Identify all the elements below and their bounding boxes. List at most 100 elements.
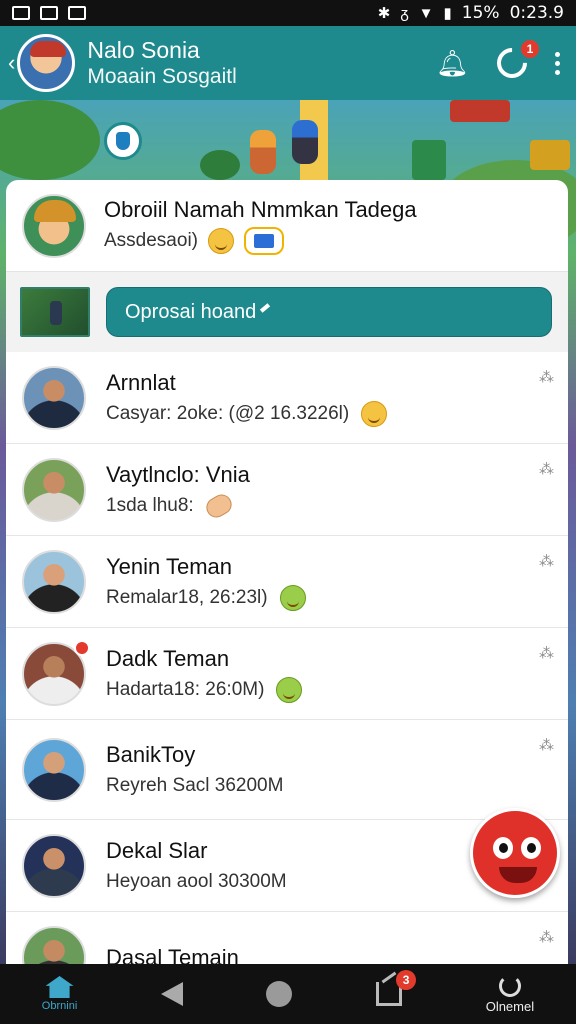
chat-text: Dekal Slar Heyoan aool 30300M	[106, 835, 287, 897]
grin-emoji-icon	[279, 584, 306, 611]
bell-icon: 🔔︎	[435, 48, 469, 78]
home-label: Obrnini	[41, 1000, 78, 1012]
header-subtitle: Moaain Sosgaitl	[87, 65, 237, 88]
pin-icon[interactable]: ⁂	[539, 460, 554, 478]
chat-text: Dadk Teman Hadarta18: 26:0M)	[106, 643, 303, 705]
signal-icon: ▮	[443, 4, 452, 22]
hand-emoji-icon	[202, 490, 235, 521]
sticker-mouth	[499, 867, 537, 883]
chat-name: Vaytlnclo: Vnia	[106, 461, 250, 487]
pin-icon[interactable]: ⁂	[539, 368, 554, 386]
bluetooth-icon: ✱	[377, 4, 391, 22]
chat-preview-text: Hadarta18: 26:0M)	[106, 678, 265, 700]
app-header: ‹ Nalo Sonia Moaain Sosgaitl 🔔︎ 1	[0, 26, 576, 100]
chat-row[interactable]: Arnnlat Casyar: 2oke: (@2 16.3226l) ⁂	[6, 352, 568, 444]
sync-button[interactable]: 1	[490, 40, 539, 85]
chat-preview: Casyar: 2oke: (@2 16.3226l)	[106, 399, 388, 429]
chat-preview-text: Heyoan aool 30300M	[106, 870, 287, 892]
sticker-button[interactable]	[470, 808, 560, 898]
pin-icon[interactable]: ⁂	[539, 552, 554, 570]
contact-avatar[interactable]	[22, 833, 86, 898]
profile-avatar[interactable]	[22, 193, 86, 258]
chat-preview-text: Casyar: 2oke: (@2 16.3226l)	[106, 402, 350, 424]
tree-decoration	[412, 140, 446, 180]
game-thumbnail[interactable]	[20, 287, 90, 337]
pencil-icon	[260, 303, 271, 313]
profile-status-line: Assdesaoi)	[104, 225, 417, 257]
chat-row[interactable]: Yenin Teman Remalar18, 26:23l) ⁂	[6, 536, 568, 628]
crate-decoration	[530, 140, 570, 170]
profile-text: Obroiil Namah Nmmkan Tadega Assdesaoi)	[104, 195, 417, 257]
battery-level: 15%	[461, 3, 500, 23]
nav-home[interactable]: Obrnini	[42, 976, 77, 1012]
chat-name: Dadk Teman	[106, 645, 230, 671]
profile-status: Assdesaoi)	[104, 229, 198, 251]
chat-preview: 1sda lhu8:	[106, 490, 250, 521]
nav-profile[interactable]: Olnemel	[485, 974, 535, 1014]
brick-decoration	[450, 100, 510, 122]
app-notification-icon	[40, 6, 58, 20]
tree-decoration	[200, 150, 240, 180]
status-right: ✱ ᵹ ▼ ▮ 15% 0:23.9	[378, 3, 564, 23]
shield-badge[interactable]	[104, 122, 142, 160]
chat-preview: Heyoan aool 30300M	[106, 867, 287, 897]
header-avatar[interactable]	[17, 34, 76, 92]
chat-preview: Remalar18, 26:23l)	[106, 583, 306, 613]
chat-name: Yenin Teman	[106, 553, 232, 579]
bell-button[interactable]: 🔔︎	[436, 50, 469, 76]
notification-badge: 1	[521, 40, 539, 58]
profile-row[interactable]: Obroiil Namah Nmmkan Tadega Assdesaoi)	[6, 180, 568, 272]
smile-emoji-icon	[361, 400, 388, 427]
chat-text: Yenin Teman Remalar18, 26:23l)	[106, 551, 306, 613]
back-icon	[160, 982, 183, 1006]
chat-row[interactable]: BanikToy Reyreh Sacl 36200M ⁂	[6, 720, 568, 820]
status-left	[12, 6, 86, 20]
contact-avatar[interactable]	[22, 925, 86, 964]
sticker-eye	[521, 837, 541, 859]
clock: 0:23.9	[509, 3, 564, 23]
nav-home-button[interactable]	[266, 981, 293, 1007]
chat-row[interactable]: Vaytlnclo: Vnia 1sda lhu8: ⁂	[6, 444, 568, 536]
profile-name: Obroiil Namah Nmmkan Tadega	[104, 196, 417, 222]
unread-dot	[74, 640, 90, 656]
chat-row[interactable]: Dadk Teman Hadarta18: 26:0M) ⁂	[6, 628, 568, 720]
chat-text: Arnnlat Casyar: 2oke: (@2 16.3226l)	[106, 367, 388, 429]
chat-preview-text: Reyreh Sacl 36200M	[106, 774, 284, 796]
chat-preview-text: Remalar18, 26:23l)	[106, 586, 268, 608]
chat-name: Arnnlat	[106, 369, 176, 395]
chat-preview-text: 1sda lhu8:	[106, 494, 194, 516]
circle-home-icon	[266, 981, 293, 1007]
pin-icon[interactable]: ⁂	[539, 928, 554, 946]
header-actions: 🔔︎ 1	[436, 40, 560, 85]
chat-name: BanikToy	[106, 741, 196, 767]
chat-name: Dekal Slar	[106, 837, 208, 863]
shield-icon	[116, 132, 130, 150]
messages-badge: 3	[396, 970, 417, 990]
nav-back[interactable]	[160, 982, 183, 1006]
chat-row[interactable]: Dasal Temain ⁂	[6, 912, 568, 964]
contact-avatar[interactable]	[22, 365, 86, 430]
contact-avatar[interactable]	[22, 457, 86, 522]
composer-row: Oprosai hoand	[6, 272, 568, 352]
video-notification-icon	[68, 6, 86, 20]
more-menu-icon[interactable]	[555, 51, 560, 75]
chat-preview: Reyreh Sacl 36200M	[106, 771, 283, 801]
grin-emoji-icon	[276, 676, 303, 703]
chat-preview: Hadarta18: 26:0M)	[106, 675, 303, 705]
contact-avatar[interactable]	[22, 737, 86, 802]
home-icon	[45, 976, 74, 998]
chat-text: BanikToy Reyreh Sacl 36200M	[106, 739, 283, 801]
back-arrow-icon[interactable]: ‹	[8, 50, 15, 76]
chat-text: Dasal Temain	[106, 942, 239, 965]
nav-messages[interactable]: 3	[376, 970, 417, 1006]
chat-name: Dasal Temain	[106, 944, 239, 965]
vibrate-icon: ᵹ	[400, 4, 409, 22]
pin-icon[interactable]: ⁂	[539, 644, 554, 662]
composer-placeholder: Oprosai hoand	[125, 300, 257, 323]
contact-avatar[interactable]	[22, 549, 86, 614]
calendar-chip-icon[interactable]	[244, 226, 284, 255]
profile-nav-label: Olnemel	[485, 998, 535, 1014]
message-composer[interactable]: Oprosai hoand	[106, 287, 552, 337]
pin-icon[interactable]: ⁂	[539, 736, 554, 754]
wifi-icon: ▼	[418, 4, 434, 22]
